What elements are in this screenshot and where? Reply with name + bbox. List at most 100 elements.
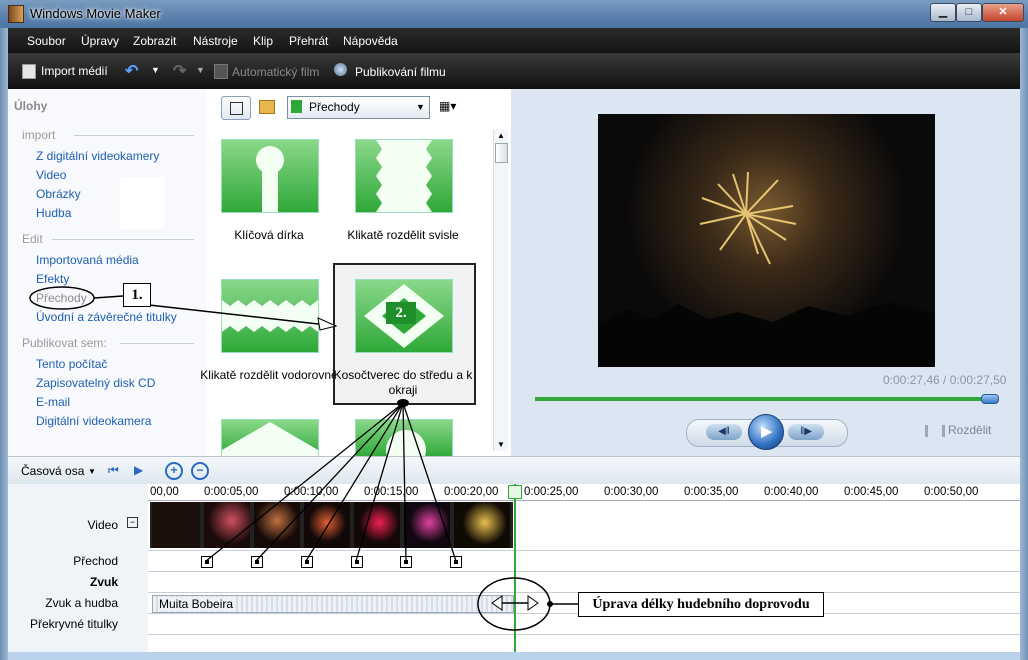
import-icon — [22, 64, 36, 79]
task-effects[interactable]: Efekty — [36, 272, 69, 286]
redo-dropdown-icon[interactable]: ▼ — [196, 65, 205, 75]
video-clip[interactable] — [254, 502, 300, 548]
task-titles-credits[interactable]: Úvodní a závěrečné titulky — [36, 310, 177, 324]
task-from-camcorder[interactable]: Z digitální videokamery — [36, 149, 159, 163]
tile-label: Klikatě rozdělit vodorovně — [200, 368, 338, 382]
zigzag-vertical-icon — [376, 140, 432, 212]
auto-movie-icon — [214, 64, 228, 79]
menu-play[interactable]: Přehrát — [289, 34, 328, 48]
details-view-button[interactable] — [221, 96, 251, 120]
seek-thumb[interactable] — [980, 394, 999, 404]
ruler-tick: 0:00:15,00 — [364, 486, 419, 498]
menu-help[interactable]: Nápověda — [343, 34, 398, 48]
menu-edit[interactable]: Úpravy — [81, 34, 119, 48]
transition-zigzag-vertical[interactable] — [355, 139, 453, 213]
transition-marker[interactable] — [301, 556, 313, 568]
transition-marker[interactable] — [201, 556, 213, 568]
maximize-button[interactable]: □ — [956, 3, 982, 22]
section-import: import — [22, 128, 56, 142]
video-clip[interactable] — [454, 502, 510, 548]
transition-partial[interactable] — [355, 419, 453, 457]
menu-bar: Soubor Úpravy Zobrazit Nástroje Klip Pře… — [8, 28, 1020, 53]
collapse-icon[interactable]: − — [127, 517, 138, 528]
zoom-out-icon[interactable]: − — [191, 462, 209, 480]
task-imported-media[interactable]: Importovaná média — [36, 253, 139, 267]
close-button[interactable]: ✕ — [982, 3, 1024, 22]
import-media-label: Import médií — [41, 64, 108, 78]
audio-clip[interactable]: Muita Bobeira — [152, 595, 514, 613]
dropdown-value: Přechody — [309, 100, 360, 114]
undo-dropdown-icon[interactable]: ▼ — [151, 65, 160, 75]
scroll-down-icon[interactable]: ▼ — [497, 440, 505, 449]
app-icon — [8, 5, 24, 23]
ruler-tick: 0:00:05,00 — [204, 486, 259, 498]
zoom-in-icon[interactable]: + — [165, 462, 183, 480]
firework-image — [598, 171, 935, 367]
transition-marker[interactable] — [251, 556, 263, 568]
undo-icon[interactable]: ↶ — [125, 61, 138, 81]
transition-partial[interactable] — [221, 419, 319, 457]
task-import-pictures[interactable]: Obrázky — [36, 187, 81, 201]
timeline-tracks: 00,00 0:00:05,00 0:00:10,00 0:00:15,00 0… — [148, 484, 1020, 652]
transitions-dropdown[interactable]: Přechody ▼ — [287, 96, 430, 119]
view-options-icon[interactable]: ▦▾ — [439, 99, 456, 113]
content-scrollbar[interactable]: ▲ ▼ — [493, 129, 508, 451]
playhead-handle[interactable] — [508, 485, 522, 499]
transition-zigzag-horizontal[interactable] — [221, 279, 319, 353]
transition-marker[interactable] — [450, 556, 462, 568]
task-digital-camcorder[interactable]: Digitální videokamera — [36, 414, 151, 428]
section-divider — [74, 135, 194, 136]
track-label-overlay-titles: Překryvné titulky — [29, 617, 118, 631]
minimize-button[interactable]: ▁ — [930, 3, 956, 22]
transition-marker[interactable] — [400, 556, 412, 568]
task-transitions[interactable]: Přechody — [36, 291, 87, 305]
rewind-icon[interactable]: ⏮ — [108, 463, 119, 478]
track-divider — [148, 634, 1020, 635]
keyhole-stem — [262, 168, 278, 212]
play-timeline-icon[interactable]: ▶ — [134, 463, 143, 477]
window-frame — [0, 28, 8, 660]
next-frame-button[interactable]: ‖▶ — [788, 424, 824, 440]
task-this-computer[interactable]: Tento počítač — [36, 357, 107, 371]
menu-file[interactable]: Soubor — [27, 34, 66, 48]
menu-view[interactable]: Zobrazit — [133, 34, 176, 48]
zigzag-horizontal-icon — [222, 300, 318, 332]
video-clip[interactable] — [152, 502, 200, 548]
audio-clip-name: Muita Bobeira — [159, 597, 234, 611]
redo-icon[interactable]: ↷ — [173, 61, 186, 81]
video-clip[interactable] — [304, 502, 350, 548]
collections-icon[interactable] — [259, 100, 275, 114]
tasks-title: Úlohy — [14, 99, 48, 113]
previous-frame-button[interactable]: ◀‖ — [706, 424, 742, 440]
auto-movie-button[interactable]: Automatický film — [232, 65, 319, 79]
transition-keyhole[interactable] — [221, 139, 319, 213]
blank-overlay — [120, 177, 164, 229]
task-import-video[interactable]: Video — [36, 168, 66, 182]
ruler-tick: 0:00:50,00 — [924, 486, 979, 498]
timeline-view-label[interactable]: Časová osa — [21, 464, 84, 478]
publish-icon — [334, 63, 347, 76]
scroll-thumb[interactable] — [495, 143, 508, 163]
chevron-down-icon[interactable]: ▼ — [88, 467, 96, 476]
video-clips-strip[interactable] — [150, 502, 513, 548]
task-recordable-cd[interactable]: Zapisovatelný disk CD — [36, 376, 155, 390]
publish-movie-button[interactable]: Publikování filmu — [355, 65, 446, 79]
task-email[interactable]: E-mail — [36, 395, 70, 409]
seek-bar[interactable] — [535, 394, 999, 404]
transition-marker[interactable] — [351, 556, 363, 568]
split-button[interactable]: Rozdělit — [948, 423, 991, 437]
tile-label: Kosočtverec do středu a k okraji — [333, 368, 473, 397]
import-media-button[interactable]: Import médií — [20, 61, 115, 81]
task-import-audio[interactable]: Hudba — [36, 206, 71, 220]
section-divider — [52, 239, 194, 240]
video-clip[interactable] — [354, 502, 400, 548]
playhead[interactable] — [514, 484, 516, 652]
ruler-tick: 0:00:20,00 — [444, 486, 499, 498]
menu-clip[interactable]: Klip — [253, 34, 273, 48]
menu-tools[interactable]: Nástroje — [193, 34, 238, 48]
video-clip[interactable] — [404, 502, 450, 548]
video-clip[interactable] — [204, 502, 250, 548]
tile-label: Klíčová dírka — [234, 228, 304, 242]
section-edit: Edit — [22, 232, 43, 246]
scroll-up-icon[interactable]: ▲ — [497, 131, 505, 140]
